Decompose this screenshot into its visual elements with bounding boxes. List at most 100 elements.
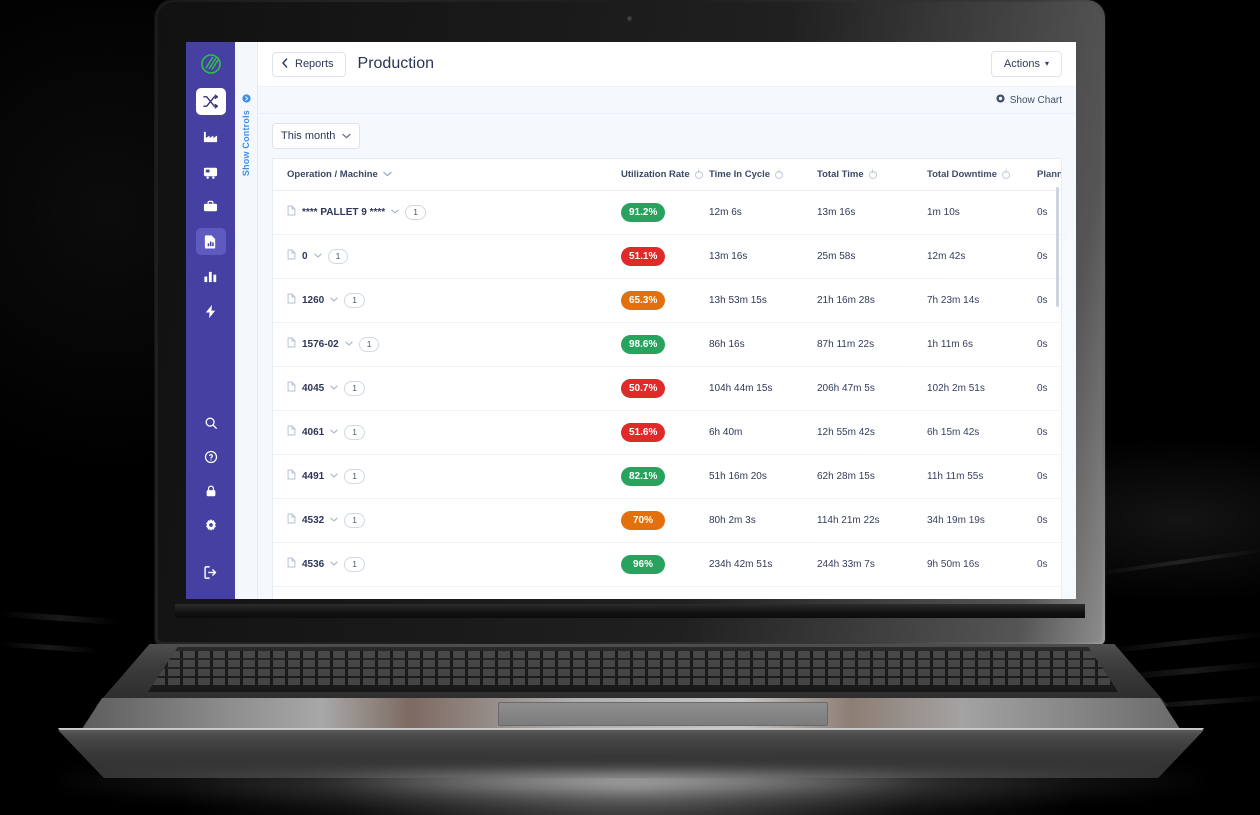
cell-total-time: 25m 58s — [817, 234, 927, 279]
help-icon[interactable] — [196, 443, 226, 470]
chevron-down-icon[interactable] — [330, 429, 338, 436]
table-row[interactable]: 4061 1 51.6% 6h 40m 12h 55m 42s 6h 15m 42s 0s — [273, 410, 1061, 455]
utilization-badge: 82.1% — [621, 467, 666, 486]
sidebar-item-jobs[interactable] — [196, 193, 226, 220]
keyboard — [147, 647, 1119, 692]
sidebar-item-shuffle[interactable] — [195, 88, 226, 115]
cell-total-downtime: 7h 23m 14s — [927, 278, 1037, 323]
cell-total-time: 206h 47m 5s — [817, 366, 927, 411]
column-header-total-time[interactable]: Total Time — [817, 159, 927, 191]
info-icon[interactable] — [694, 169, 703, 179]
table-region: Operation / Machine Utilization Rate i T… — [258, 158, 1076, 599]
period-select[interactable]: This month — [272, 123, 360, 149]
cell-total-time: 13m 16s — [817, 190, 927, 235]
column-header-time-in-cycle[interactable]: Time In Cycle — [709, 159, 817, 191]
info-icon[interactable] — [1002, 169, 1011, 179]
machine-count-badge: 1 — [344, 556, 365, 573]
machine-count-badge: 1 — [405, 204, 426, 221]
column-header-total-downtime[interactable]: Total Downtime — [927, 159, 1037, 191]
cell-total-time: 114h 21m 22s — [817, 498, 927, 543]
actions-button[interactable]: Actions ▾ — [990, 51, 1062, 77]
table-scrollbar[interactable] — [1056, 187, 1059, 307]
cell-utilization: 98.6% — [621, 322, 709, 367]
key-row — [147, 678, 1119, 685]
chevron-down-icon[interactable] — [330, 517, 338, 524]
machine-name: 4536 — [302, 558, 325, 570]
chevron-down-icon[interactable] — [313, 253, 322, 260]
table-row[interactable]: 4045 1 50.7% 104h 44m 15s 206h 47m 5s 102h 2m… — [273, 366, 1061, 411]
sidebar-item-factory[interactable] — [196, 123, 226, 150]
show-chart-button[interactable]: Show Chart — [996, 94, 1062, 106]
gear-icon[interactable] — [196, 511, 226, 538]
cell-planned-downtime: 0s — [1037, 410, 1061, 455]
cell-total-time: 62h 28m 15s — [817, 454, 927, 499]
chevron-down-icon[interactable] — [391, 209, 399, 216]
cell-total-downtime: 9h 50m 16s — [927, 542, 1037, 587]
cell-planned-downtime: 0s — [1037, 542, 1061, 587]
cell-operation-machine[interactable]: 1576-02 1 — [273, 322, 621, 367]
column-label: Planned D — [1037, 169, 1062, 180]
logout-icon[interactable] — [196, 559, 226, 586]
chevron-down-icon[interactable] — [330, 385, 338, 392]
machine-name: **** PALLET 9 **** — [302, 206, 386, 218]
machine-count-badge: 1 — [344, 380, 365, 397]
chevron-down-icon[interactable] — [330, 561, 338, 568]
document-icon — [287, 557, 296, 571]
chevron-down-icon[interactable] — [330, 473, 338, 480]
cell-operation-machine[interactable]: **** PALLET 9 **** 1 — [273, 190, 621, 235]
sidebar — [186, 42, 235, 599]
table-row[interactable]: 4532 1 70% 80h 2m 3s 114h 21m 22s 34h 19m 19s… — [273, 498, 1061, 543]
cell-planned-downtime: 0s — [1037, 454, 1061, 499]
cell-total-downtime: 12m 42s — [927, 234, 1037, 279]
chevron-down-icon: ▾ — [1044, 59, 1049, 68]
cell-operation-machine[interactable]: 4536 1 — [273, 542, 621, 587]
cell-total-downtime: 1h 11m 6s — [927, 322, 1037, 367]
table-row[interactable]: 4735165.9%15h 6m 41s22h 56m 10s7h 49m 29… — [273, 586, 1061, 599]
laptop-base — [38, 644, 1224, 784]
key-row — [147, 660, 1119, 667]
cell-operation-machine[interactable]: 47351 — [273, 586, 621, 599]
column-header-utilization[interactable]: Utilization Rate — [621, 159, 709, 191]
table-row[interactable]: 0 1 51.1% 13m 16s 25m 58s 12m 42s 0s — [273, 234, 1061, 279]
column-label: Time In Cycle — [709, 169, 771, 180]
show-controls-rail[interactable]: Show Controls — [235, 42, 258, 599]
info-icon[interactable] — [868, 169, 877, 179]
cell-utilization: 51.1% — [621, 234, 709, 279]
show-controls-toggle[interactable]: Show Controls — [241, 94, 251, 176]
table-row[interactable]: 4536 1 96% 234h 42m 51s 244h 33m 7s 9h 50m 16… — [273, 542, 1061, 587]
document-icon — [287, 425, 296, 439]
cell-operation-machine[interactable]: 4532 1 — [273, 498, 621, 543]
cell-total-downtime: 1m 10s — [927, 190, 1037, 235]
sidebar-item-energy[interactable] — [196, 298, 226, 325]
cell-total-downtime: 34h 19m 19s — [927, 498, 1037, 543]
cell-time-in-cycle: 12m 6s — [709, 190, 817, 235]
table-row[interactable]: 1260 1 65.3% 13h 53m 15s 21h 16m 28s 7h 23m 1… — [273, 278, 1061, 323]
document-icon — [287, 249, 296, 263]
cell-time-in-cycle: 13m 16s — [709, 234, 817, 279]
column-header-planned-downtime[interactable]: Planned D — [1037, 159, 1062, 191]
chevron-down-icon[interactable] — [344, 341, 353, 348]
table-row[interactable]: 1576-02 1 98.6% 86h 16s 87h 11m 22s 1h 11m 6s… — [273, 322, 1061, 367]
sidebar-item-analytics[interactable] — [196, 263, 226, 290]
column-header-name[interactable]: Operation / Machine — [273, 159, 621, 191]
info-icon[interactable] — [775, 169, 784, 179]
laptop-shadow — [60, 770, 1200, 812]
sidebar-item-machines[interactable] — [196, 158, 226, 185]
search-icon[interactable] — [196, 409, 226, 436]
cell-time-in-cycle: 13h 53m 15s — [709, 278, 817, 323]
main-content: Reports Production Actions ▾ Show Chart … — [258, 42, 1076, 599]
sidebar-item-reports[interactable] — [195, 228, 226, 255]
cell-operation-machine[interactable]: 4045 1 — [273, 366, 621, 411]
cell-total-downtime: 102h 2m 51s — [927, 366, 1037, 411]
cell-operation-machine[interactable]: 01 — [273, 234, 621, 279]
lock-icon[interactable] — [196, 477, 226, 504]
cell-time-in-cycle: 80h 2m 3s — [709, 498, 817, 543]
cell-operation-machine[interactable]: 1260 1 — [273, 278, 621, 323]
table-row[interactable]: **** PALLET 9 **** 1 91.2% 12m 6s 13m 16s 1m … — [273, 190, 1061, 235]
chevron-down-icon[interactable] — [330, 297, 338, 304]
back-to-reports-button[interactable]: Reports — [272, 51, 346, 77]
cell-operation-machine[interactable]: 4061 1 — [273, 410, 621, 455]
cell-operation-machine[interactable]: 4491 1 — [273, 454, 621, 499]
table-row[interactable]: 4491 1 82.1% 51h 16m 20s 62h 28m 15s 11h 11m … — [273, 454, 1061, 499]
filter-bar: This month — [258, 114, 1076, 158]
